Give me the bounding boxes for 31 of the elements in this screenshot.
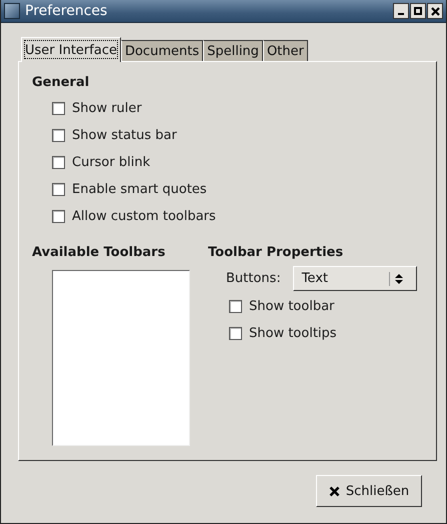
- checkbox-label: Cursor blink: [72, 155, 150, 170]
- checkbox[interactable]: [52, 129, 65, 142]
- checkbox[interactable]: [52, 102, 65, 115]
- checkbox-label: Show ruler: [72, 101, 142, 116]
- minimize-icon[interactable]: [393, 3, 409, 19]
- tab[interactable]: User Interface: [21, 37, 121, 62]
- checkbox-label: Show toolbar: [249, 299, 334, 314]
- window-title: Preferences: [25, 3, 108, 19]
- close-icon: [328, 486, 340, 496]
- close-icon[interactable]: [427, 3, 443, 19]
- buttons-dropdown[interactable]: Text: [292, 266, 417, 291]
- section-heading: General: [32, 75, 90, 90]
- checkbox-label: Enable smart quotes: [72, 182, 207, 197]
- checkbox-label: Allow custom toolbars: [72, 209, 216, 224]
- checkbox[interactable]: [52, 183, 65, 196]
- app-icon: [4, 3, 20, 19]
- section-heading: Toolbar Properties: [208, 245, 344, 260]
- checkbox[interactable]: [229, 300, 242, 313]
- checkbox-label: Show status bar: [72, 128, 177, 143]
- checkbox[interactable]: [52, 210, 65, 223]
- checkbox[interactable]: [229, 327, 242, 340]
- tab[interactable]: Documents: [120, 40, 204, 61]
- checkbox-label: Show tooltips: [249, 326, 337, 341]
- maximize-icon[interactable]: [410, 3, 426, 19]
- spinner-arrows-icon: [388, 272, 406, 286]
- close-button[interactable]: Schließen: [316, 475, 422, 507]
- tab[interactable]: Other: [262, 40, 308, 61]
- section-heading: Available Toolbars: [32, 245, 166, 260]
- tab[interactable]: Spelling: [203, 40, 263, 61]
- checkbox[interactable]: [52, 156, 65, 169]
- buttons-label: Buttons:: [226, 271, 281, 286]
